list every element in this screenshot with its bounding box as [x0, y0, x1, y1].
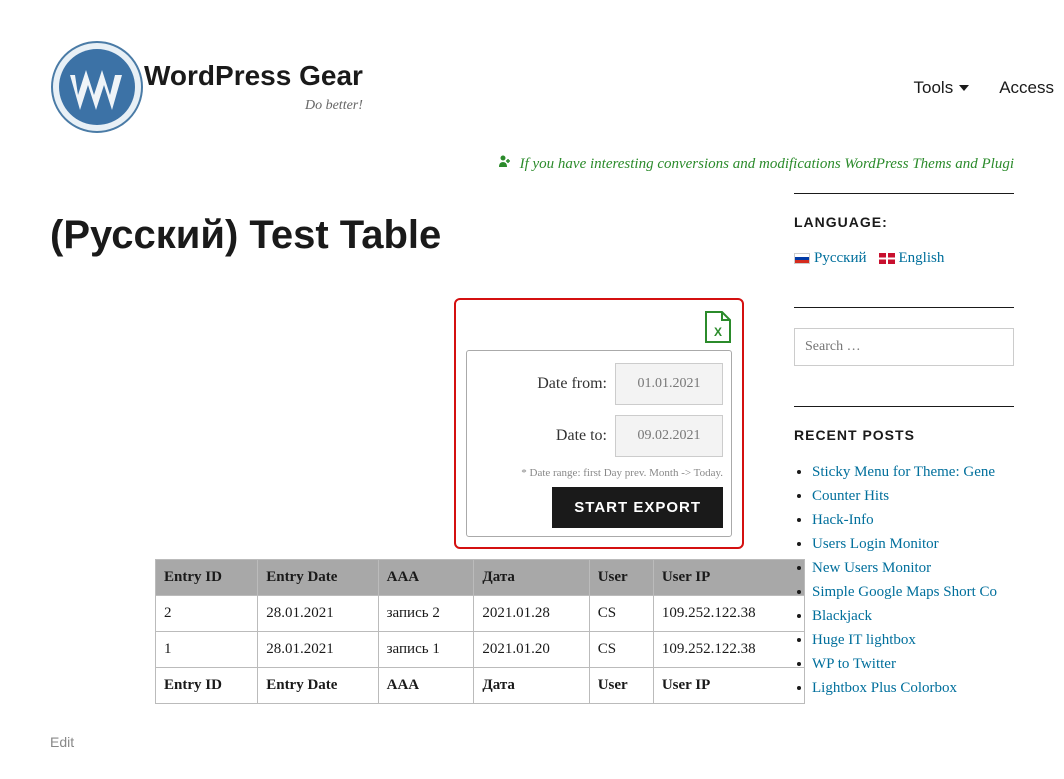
th-entry-id: Entry ID	[156, 560, 258, 596]
divider	[794, 307, 1014, 308]
search-input[interactable]	[794, 328, 1014, 366]
banner-message: If you have interesting conversions and …	[0, 154, 1064, 193]
start-export-button[interactable]: START EXPORT	[552, 487, 723, 528]
excel-export-icon[interactable]: X	[704, 310, 732, 344]
user-plus-icon	[498, 154, 512, 173]
table-footer-row: Entry ID Entry Date AAA Дата User User I…	[156, 668, 805, 704]
recent-post-link[interactable]: Huge IT lightbox	[812, 632, 916, 648]
data-table: Entry ID Entry Date AAA Дата User User I…	[155, 559, 805, 704]
nav-tools-label: Tools	[914, 78, 954, 98]
banner-text: If you have interesting conversions and …	[520, 156, 1014, 172]
date-from-input[interactable]	[615, 363, 723, 405]
date-from-label: Date from:	[537, 375, 607, 393]
table-row: 2 28.01.2021 запись 2 2021.01.28 CS 109.…	[156, 596, 805, 632]
lang-english[interactable]: English	[879, 250, 945, 267]
th-entry-date: Entry Date	[258, 560, 378, 596]
nav-access[interactable]: Access	[999, 78, 1054, 98]
divider	[794, 406, 1014, 407]
export-panel: X Date from: Date to: * Date range: firs…	[454, 298, 744, 549]
wordpress-logo-icon[interactable]	[50, 40, 144, 134]
table-header-row: Entry ID Entry Date AAA Дата User User I…	[156, 560, 805, 596]
edit-link[interactable]: Edit	[50, 734, 74, 750]
recent-post-link[interactable]: WP to Twitter	[812, 656, 896, 672]
recent-post-link[interactable]: Simple Google Maps Short Co	[812, 584, 997, 600]
language-title: LANGUAGE:	[794, 214, 1014, 230]
recent-posts-title: RECENT POSTS	[794, 427, 1014, 443]
recent-post-link[interactable]: Users Login Monitor	[812, 536, 939, 552]
page-title: (Русский) Test Table	[50, 213, 744, 258]
divider	[794, 193, 1014, 194]
date-to-label: Date to:	[556, 427, 607, 445]
date-range-note: * Date range: first Day prev. Month -> T…	[475, 467, 723, 479]
russian-flag-icon	[794, 253, 810, 264]
nav-tools[interactable]: Tools	[914, 78, 970, 98]
recent-post-link[interactable]: New Users Monitor	[812, 560, 931, 576]
th-data: Дата	[474, 560, 589, 596]
site-title[interactable]: WordPress Gear	[144, 60, 363, 92]
table-row: 1 28.01.2021 запись 1 2021.01.20 CS 109.…	[156, 632, 805, 668]
recent-post-link[interactable]: Sticky Menu for Theme: Gene	[812, 464, 995, 480]
th-user-ip: User IP	[653, 560, 804, 596]
svg-text:X: X	[714, 325, 722, 339]
th-user: User	[589, 560, 653, 596]
lang-russian[interactable]: Русский	[794, 250, 867, 267]
date-to-input[interactable]	[615, 415, 723, 457]
recent-post-link[interactable]: Blackjack	[812, 608, 872, 624]
th-aaa: AAA	[378, 560, 474, 596]
recent-post-link[interactable]: Counter Hits	[812, 488, 889, 504]
chevron-down-icon	[959, 85, 969, 91]
nav-access-label: Access	[999, 78, 1054, 98]
recent-post-link[interactable]: Hack-Info	[812, 512, 874, 528]
english-flag-icon	[879, 253, 895, 264]
tagline: Do better!	[144, 98, 363, 114]
recent-post-link[interactable]: Lightbox Plus Colorbox	[812, 680, 957, 696]
